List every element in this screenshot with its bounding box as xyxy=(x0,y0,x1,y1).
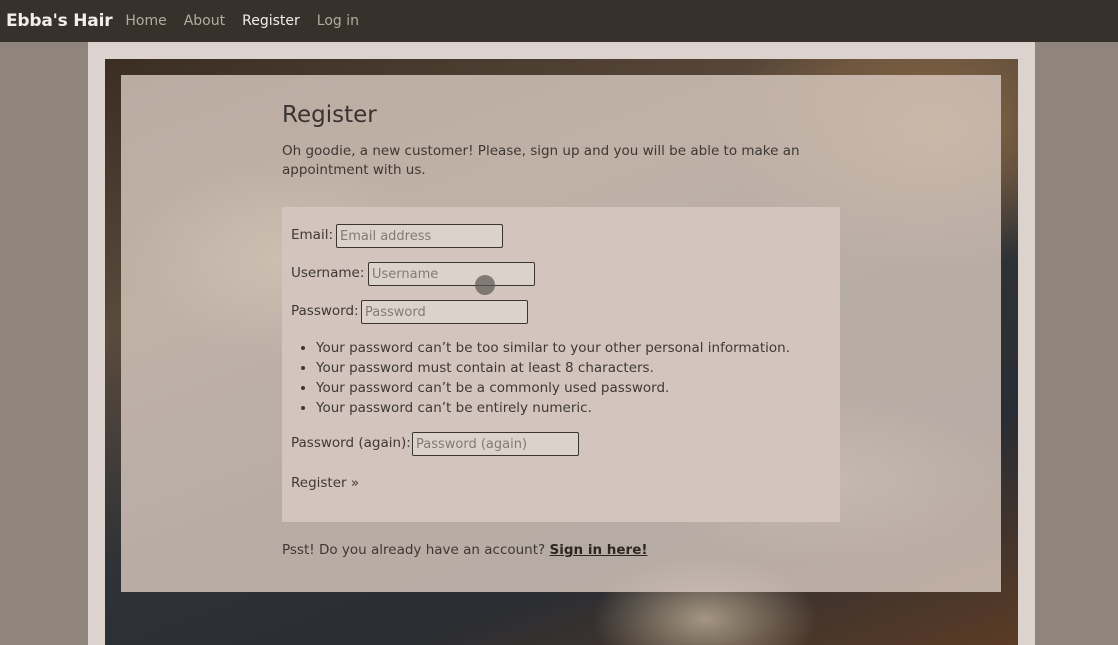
email-field[interactable] xyxy=(336,224,503,248)
username-label: Username: xyxy=(291,265,365,281)
register-submit-button[interactable]: Register » xyxy=(291,475,359,491)
password-hint: Your password can’t be too similar to yo… xyxy=(316,338,828,358)
password-again-field[interactable] xyxy=(412,432,579,456)
nav-link-login[interactable]: Log in xyxy=(317,13,359,29)
top-navbar: Ebba's Hair Home About Register Log in xyxy=(0,0,1118,42)
brand-logo[interactable]: Ebba's Hair xyxy=(6,11,113,31)
password-field[interactable] xyxy=(361,300,528,324)
intro-text: Oh goodie, a new customer! Please, sign … xyxy=(282,143,800,178)
nav-link-register[interactable]: Register xyxy=(242,13,300,29)
signin-prompt-text: Psst! Do you already have an account? xyxy=(282,542,550,558)
nav-link-home[interactable]: Home xyxy=(125,13,166,29)
password-hint: Your password can’t be a commonly used p… xyxy=(316,378,828,398)
password-label: Password: xyxy=(291,303,359,319)
password-hint: Your password can’t be entirely numeric. xyxy=(316,398,828,418)
password-again-label: Password (again): xyxy=(291,435,411,451)
signin-link[interactable]: Sign in here! xyxy=(550,542,648,558)
nav-link-about[interactable]: About xyxy=(184,13,225,29)
email-label: Email: xyxy=(291,227,334,243)
signin-prompt-row: Psst! Do you already have an account? Si… xyxy=(282,542,648,558)
username-field[interactable] xyxy=(368,262,535,286)
mouse-cursor-indicator xyxy=(475,275,495,295)
password-hint: Your password must contain at least 8 ch… xyxy=(316,358,828,378)
page-title: Register xyxy=(282,102,377,128)
password-hints-list: Your password can’t be too similar to yo… xyxy=(298,338,828,418)
